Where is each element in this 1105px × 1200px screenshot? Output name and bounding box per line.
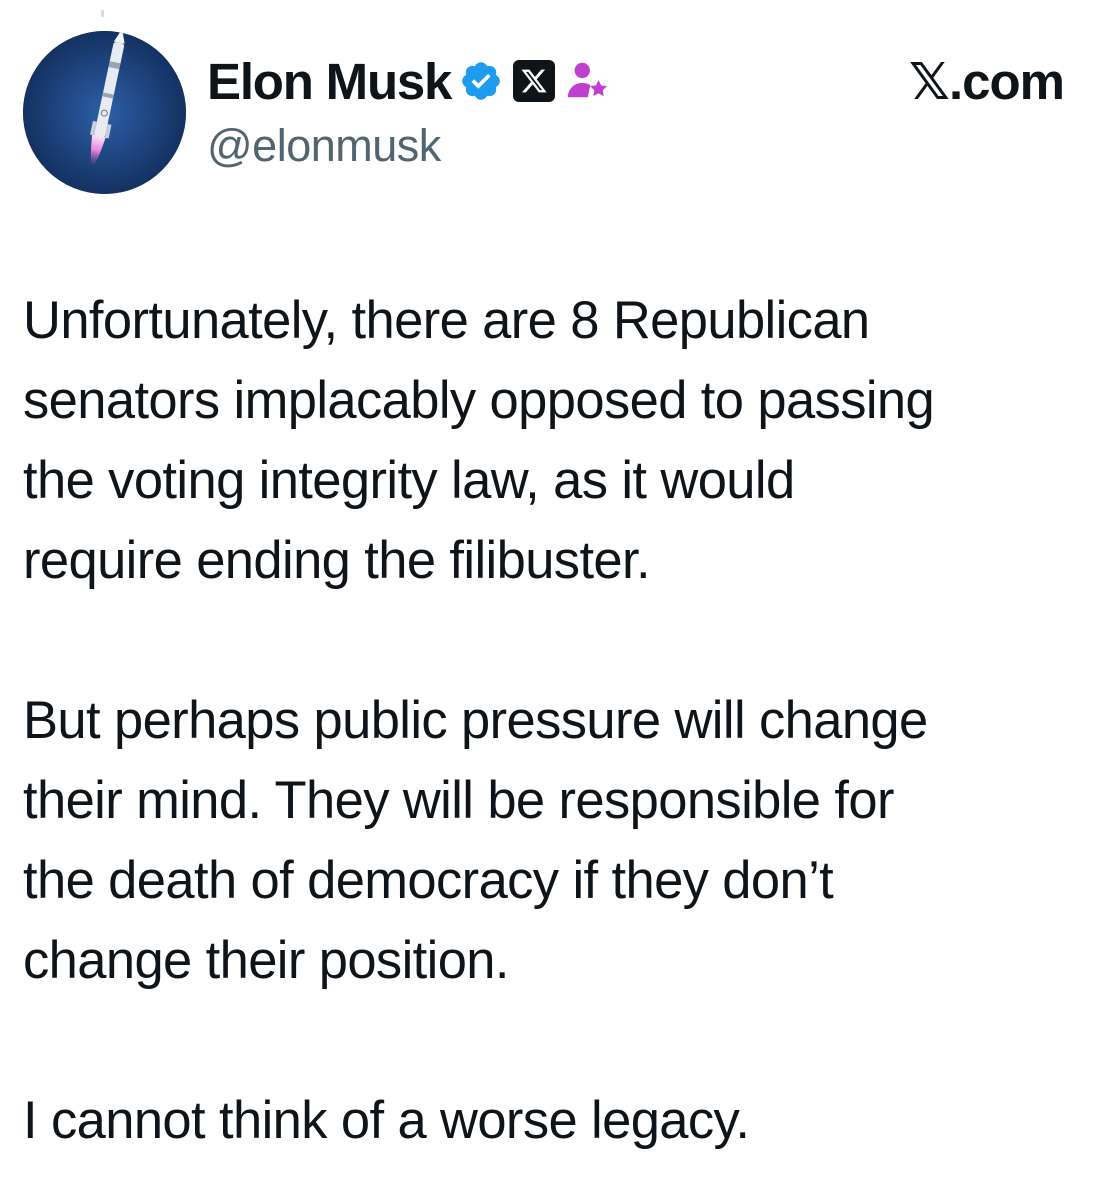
decorative-dot — [101, 10, 104, 17]
affiliate-person-star-icon[interactable] — [565, 58, 611, 104]
author-handle[interactable]: @elonmusk — [207, 123, 441, 168]
tweet-text: Unfortunately, there are 8 Republican se… — [23, 281, 1083, 1161]
author-name-row: Elon Musk — [207, 50, 611, 112]
tweet-paragraph: Unfortunately, there are 8 Republican se… — [23, 291, 935, 590]
avatar[interactable] — [23, 31, 186, 194]
verified-badge-icon[interactable] — [459, 59, 503, 103]
tweet-paragraph: But perhaps public pressure will change … — [23, 691, 928, 990]
x-logo-icon[interactable] — [513, 60, 556, 102]
brand-watermark: 𝕏.com — [908, 53, 1065, 110]
author-display-name[interactable]: Elon Musk — [207, 56, 452, 107]
tweet-paragraph: I cannot think of a worse legacy. — [23, 1091, 750, 1150]
rocket-launch-avatar-icon — [23, 31, 186, 194]
